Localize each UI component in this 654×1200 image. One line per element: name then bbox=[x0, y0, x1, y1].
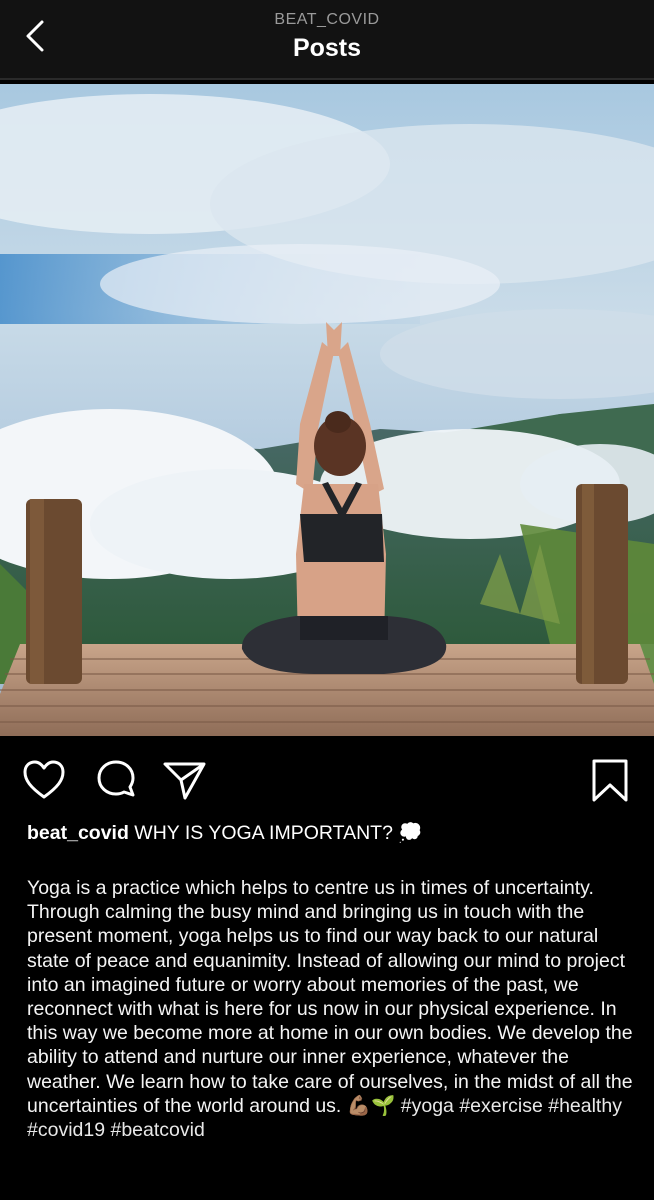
caption-emoji: 💪🏽🌱 bbox=[346, 1093, 396, 1117]
heart-icon bbox=[23, 760, 65, 799]
comment-icon bbox=[97, 760, 135, 797]
hashtag-healthy[interactable]: #healthy bbox=[548, 1095, 622, 1117]
hashtag-yoga[interactable]: #yoga bbox=[401, 1095, 454, 1117]
hashtag-covid19[interactable]: #covid19 bbox=[27, 1119, 105, 1141]
bookmark-icon bbox=[592, 759, 628, 802]
page-title: Posts bbox=[292, 34, 362, 62]
paper-plane-icon bbox=[163, 762, 206, 800]
caption-headline-row: beat_covid WHY IS YOGA IMPORTANT? 💭 bbox=[27, 820, 637, 846]
post-action-bar bbox=[0, 750, 654, 810]
header-username: BEAT_COVID bbox=[274, 11, 380, 28]
thought-bubble-icon: 💭 bbox=[398, 821, 423, 844]
share-button[interactable] bbox=[160, 756, 208, 804]
comment-button[interactable] bbox=[92, 756, 140, 804]
yoga-photo-illustration bbox=[0, 84, 654, 736]
hashtag-exercise[interactable]: #exercise bbox=[459, 1095, 542, 1117]
post-photo[interactable] bbox=[0, 84, 654, 736]
hashtag-beatcovid[interactable]: #beatcovid bbox=[110, 1119, 204, 1141]
save-button[interactable] bbox=[586, 756, 634, 804]
caption-headline: WHY IS YOGA IMPORTANT? bbox=[134, 822, 393, 844]
caption-text: Yoga is a practice which helps to centre… bbox=[27, 877, 633, 1117]
like-button[interactable] bbox=[20, 756, 68, 804]
caption-username[interactable]: beat_covid bbox=[27, 822, 129, 844]
caption-body: Yoga is a practice which helps to centre… bbox=[27, 876, 642, 1142]
top-nav-bar: BEAT_COVID Posts bbox=[0, 0, 654, 80]
